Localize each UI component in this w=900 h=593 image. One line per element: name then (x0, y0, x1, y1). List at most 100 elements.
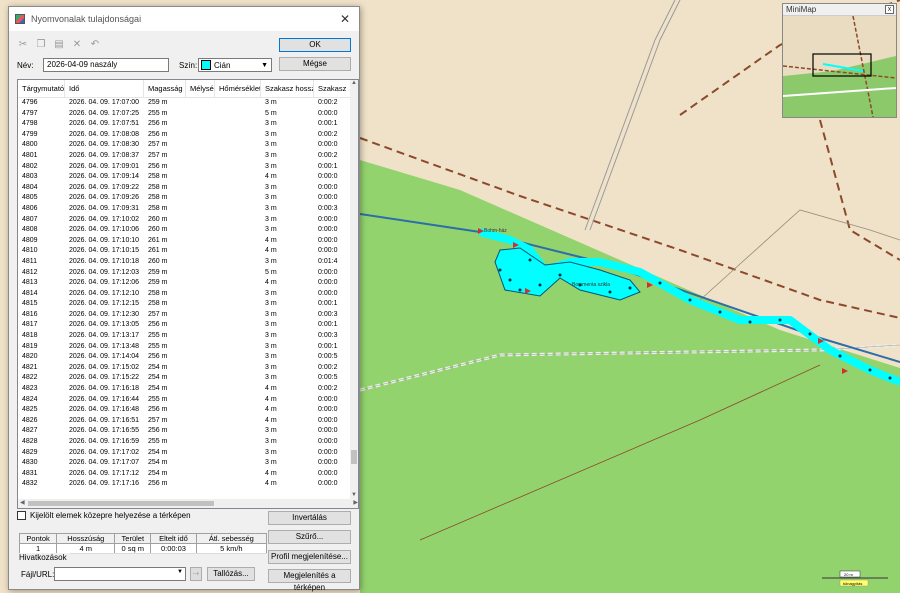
filter-button[interactable]: Szűrő... (268, 530, 351, 544)
minimap-window[interactable]: MiniMap x (782, 3, 897, 118)
scroll-up-icon[interactable]: ▲ (350, 80, 358, 88)
table-cell (186, 426, 215, 437)
table-row[interactable]: 4796 2026. 04. 09. 17:07:00 259 m 3 m 0:00:2 (18, 98, 352, 109)
invert-button[interactable]: Invertálás (268, 511, 351, 525)
center-selected-checkbox[interactable]: Kijelölt elemek közepre helyezése a térk… (17, 511, 191, 520)
table-cell: 254 m (148, 374, 168, 382)
table-cell (186, 225, 215, 236)
table-cell: 3 m (265, 310, 277, 318)
column-header[interactable]: Tárgymutató (18, 80, 65, 97)
stats-header: Terület (114, 533, 152, 544)
table-row[interactable]: 4830 2026. 04. 09. 17:17:07 254 m 3 m 0:00:0 (18, 458, 352, 469)
file-url-field[interactable] (54, 567, 186, 581)
table-row[interactable]: 4806 2026. 04. 09. 17:09:31 258 m 3 m 0:00:3 (18, 204, 352, 215)
table-cell: 259 m (148, 99, 168, 106)
name-field[interactable]: 2026-04-09 naszály (43, 58, 169, 72)
table-row[interactable]: 4816 2026. 04. 09. 17:12:30 257 m 3 m 0:00:3 (18, 310, 352, 321)
trackpoint-table[interactable]: TárgymutatóIdőMagasságMélységHőmérséklet… (17, 79, 359, 509)
table-cell (186, 320, 215, 331)
cut-icon[interactable]: ✂ (17, 39, 29, 51)
table-row[interactable]: 4825 2026. 04. 09. 17:16:48 256 m 4 m 0:00:0 (18, 405, 352, 416)
table-row[interactable]: 4831 2026. 04. 09. 17:17:12 254 m 4 m 0:00:0 (18, 469, 352, 480)
table-cell: 0:00:2 (318, 99, 338, 106)
table-row[interactable]: 4802 2026. 04. 09. 17:09:01 256 m 3 m 0:00:1 (18, 162, 352, 173)
table-row[interactable]: 4803 2026. 04. 09. 17:09:14 258 m 4 m 0:00:0 (18, 172, 352, 183)
table-row[interactable]: 4811 2026. 04. 09. 17:10:18 260 m 3 m 0:01:4 (18, 257, 352, 268)
undo-icon[interactable]: ↶ (89, 39, 101, 51)
close-icon[interactable]: ✕ (337, 12, 353, 26)
table-cell: 4807 (22, 215, 38, 223)
copy-icon[interactable]: ❐ (35, 39, 47, 51)
column-header[interactable]: Szakasz hossza (261, 80, 314, 97)
table-row[interactable]: 4821 2026. 04. 09. 17:15:02 254 m 3 m 0:00:2 (18, 363, 352, 374)
table-row[interactable]: 4810 2026. 04. 09. 17:10:15 261 m 4 m 0:00:0 (18, 246, 352, 257)
column-header[interactable]: Idő (65, 80, 144, 97)
checkbox-box[interactable] (17, 511, 26, 520)
table-cell: 4820 (22, 353, 38, 361)
table-cell (186, 257, 215, 268)
scroll-right-icon[interactable]: ▶ (353, 499, 358, 508)
table-cell (186, 246, 215, 257)
table-cell: 0:00:0 (318, 438, 338, 445)
table-row[interactable]: 4801 2026. 04. 09. 17:08:37 257 m 3 m 0:00:2 (18, 151, 352, 162)
table-row[interactable]: 4804 2026. 04. 09. 17:09:22 258 m 3 m 0:00:0 (18, 183, 352, 194)
table-row[interactable]: 4815 2026. 04. 09. 17:12:15 258 m 3 m 0:00:1 (18, 299, 352, 310)
table-row[interactable]: 4808 2026. 04. 09. 17:10:06 260 m 3 m 0:00:0 (18, 225, 352, 236)
table-row[interactable]: 4818 2026. 04. 09. 17:13:17 255 m 3 m 0:00:3 (18, 331, 352, 342)
hscroll-thumb[interactable] (28, 501, 214, 506)
table-row[interactable]: 4828 2026. 04. 09. 17:16:59 255 m 3 m 0:00:0 (18, 437, 352, 448)
open-link-button[interactable]: ⇢ (190, 567, 202, 581)
ok-button[interactable]: OK (279, 38, 351, 52)
vertical-scrollbar[interactable]: ▲ ▼ (350, 80, 358, 500)
zoom-label: túlnagyítás (843, 581, 862, 586)
close-icon[interactable]: x (885, 5, 894, 14)
table-row[interactable]: 4812 2026. 04. 09. 17:12:03 259 m 5 m 0:00:0 (18, 268, 352, 279)
table-cell (215, 479, 261, 490)
dialog-titlebar: Nyomvonalak tulajdonságai ✕ (9, 7, 359, 31)
table-row[interactable]: 4807 2026. 04. 09. 17:10:02 260 m 3 m 0:00:0 (18, 215, 352, 226)
color-select[interactable]: Cián ▼ (198, 58, 272, 72)
table-row[interactable]: 4832 2026. 04. 09. 17:17:16 256 m 4 m 0:00:0 (18, 479, 352, 490)
table-row[interactable]: 4805 2026. 04. 09. 17:09:26 258 m 3 m 0:00:0 (18, 193, 352, 204)
table-cell (215, 268, 261, 279)
table-row[interactable]: 4799 2026. 04. 09. 17:08:08 256 m 3 m 0:00:2 (18, 130, 352, 141)
table-cell: 3 m (265, 300, 277, 308)
table-row[interactable]: 4827 2026. 04. 09. 17:16:55 256 m 3 m 0:00:0 (18, 426, 352, 437)
table-cell: 5 m (265, 268, 277, 276)
table-row[interactable]: 4820 2026. 04. 09. 17:14:04 256 m 3 m 0:00:5 (18, 352, 352, 363)
column-header[interactable]: Magasság (144, 80, 186, 97)
table-row[interactable]: 4823 2026. 04. 09. 17:16:18 254 m 4 m 0:00:2 (18, 384, 352, 395)
table-row[interactable]: 4814 2026. 04. 09. 17:12:10 258 m 3 m 0:00:0 (18, 289, 352, 300)
column-header[interactable]: Hőmérséklet (215, 80, 261, 97)
table-row[interactable]: 4817 2026. 04. 09. 17:13:05 256 m 3 m 0:00:1 (18, 320, 352, 331)
paste-icon[interactable]: ▤ (53, 39, 65, 51)
cancel-button[interactable]: Mégse (279, 57, 351, 71)
table-row[interactable]: 4822 2026. 04. 09. 17:15:22 254 m 3 m 0:00:5 (18, 373, 352, 384)
horizontal-scrollbar[interactable]: ◀ ▶ (18, 499, 358, 508)
table-row[interactable]: 4824 2026. 04. 09. 17:16:44 255 m 4 m 0:00:0 (18, 395, 352, 406)
table-row[interactable]: 4819 2026. 04. 09. 17:13:48 255 m 3 m 0:00:1 (18, 342, 352, 353)
minimap-canvas[interactable] (782, 15, 897, 118)
table-cell: 4810 (22, 247, 38, 255)
table-row[interactable]: 4798 2026. 04. 09. 17:07:51 256 m 3 m 0:00:1 (18, 119, 352, 130)
table-cell (215, 130, 261, 141)
table-row[interactable]: 4813 2026. 04. 09. 17:12:06 259 m 4 m 0:00:0 (18, 278, 352, 289)
scroll-left-icon[interactable]: ◀ (20, 499, 25, 508)
table-row[interactable]: 4800 2026. 04. 09. 17:08:30 257 m 3 m 0:00:0 (18, 140, 352, 151)
table-row[interactable]: 4797 2026. 04. 09. 17:07:25 255 m 5 m 0:00:0 (18, 109, 352, 120)
browse-button[interactable]: Tallózás... (207, 567, 255, 581)
table-row[interactable]: 4826 2026. 04. 09. 17:16:51 257 m 4 m 0:00:0 (18, 416, 352, 427)
show-profile-button[interactable]: Profil megjelenítése... (268, 550, 351, 564)
scroll-thumb[interactable] (351, 450, 357, 464)
column-header[interactable]: Szakasz (314, 80, 352, 97)
dialog-title: Nyomvonalak tulajdonságai (31, 14, 142, 24)
show-on-map-button[interactable]: Megjelenítés a térképen (268, 569, 351, 592)
table-row[interactable]: 4809 2026. 04. 09. 17:10:10 261 m 4 m 0:00:0 (18, 236, 352, 247)
table-cell: 256 m (148, 130, 168, 138)
column-header[interactable]: Mélység (186, 80, 215, 97)
delete-icon[interactable]: ✕ (71, 39, 83, 51)
table-cell (215, 448, 261, 459)
table-row[interactable]: 4829 2026. 04. 09. 17:17:02 254 m 3 m 0:00:0 (18, 448, 352, 459)
table-cell (186, 215, 215, 226)
chevron-down-icon[interactable]: ▼ (177, 569, 183, 575)
